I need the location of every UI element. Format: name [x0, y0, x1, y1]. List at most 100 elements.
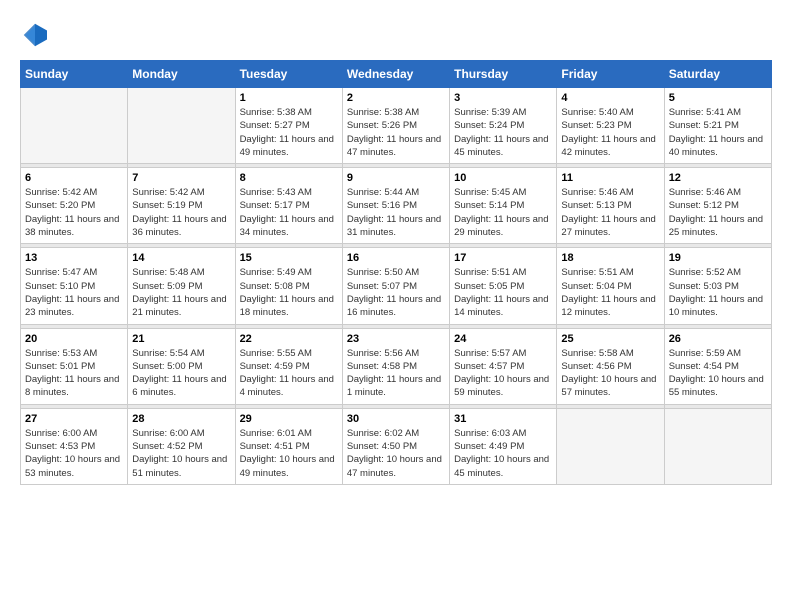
day-number: 2 [347, 92, 445, 104]
weekday-header: Saturday [664, 61, 771, 88]
calendar-cell: 24 Sunrise: 5:57 AM Sunset: 4:57 PM Dayli… [450, 328, 557, 404]
calendar-cell: 28 Sunrise: 6:00 AM Sunset: 4:52 PM Dayli… [128, 408, 235, 484]
calendar-cell: 22 Sunrise: 5:55 AM Sunset: 4:59 PM Dayli… [235, 328, 342, 404]
calendar-cell: 25Sunrise: 5:58 AM Sunset: 4:56 PM Dayli… [557, 328, 664, 404]
day-number: 19 [669, 252, 767, 264]
day-number: 9 [347, 172, 445, 184]
day-info: Sunrise: 5:47 AM Sunset: 5:10 PM Dayligh… [25, 266, 123, 319]
calendar-cell: 13 Sunrise: 5:47 AM Sunset: 5:10 PM Dayli… [21, 248, 128, 324]
day-number: 16 [347, 252, 445, 264]
calendar-cell [664, 408, 771, 484]
calendar-week-row: 27 Sunrise: 6:00 AM Sunset: 4:53 PM Dayli… [21, 408, 772, 484]
weekday-header: Friday [557, 61, 664, 88]
calendar-week-row: 13 Sunrise: 5:47 AM Sunset: 5:10 PM Dayli… [21, 248, 772, 324]
day-number: 13 [25, 252, 123, 264]
calendar-cell [128, 88, 235, 164]
calendar-cell [557, 408, 664, 484]
day-info: Sunrise: 5:46 AM Sunset: 5:13 PM Dayligh… [561, 186, 659, 239]
day-number: 27 [25, 413, 123, 425]
day-number: 3 [454, 92, 552, 104]
calendar-cell [21, 88, 128, 164]
day-info: Sunrise: 5:54 AM Sunset: 5:00 PM Dayligh… [132, 347, 230, 400]
day-number: 5 [669, 92, 767, 104]
day-number: 28 [132, 413, 230, 425]
calendar-cell: 20Sunrise: 5:53 AM Sunset: 5:01 PM Dayli… [21, 328, 128, 404]
day-number: 21 [132, 333, 230, 345]
calendar-cell: 27 Sunrise: 6:00 AM Sunset: 4:53 PM Dayli… [21, 408, 128, 484]
calendar-week-row: 20Sunrise: 5:53 AM Sunset: 5:01 PM Dayli… [21, 328, 772, 404]
weekday-header: Monday [128, 61, 235, 88]
day-info: Sunrise: 5:41 AM Sunset: 5:21 PM Dayligh… [669, 106, 767, 159]
logo-icon [20, 20, 50, 50]
day-number: 10 [454, 172, 552, 184]
day-number: 29 [240, 413, 338, 425]
calendar-cell: 8Sunrise: 5:43 AM Sunset: 5:17 PM Daylig… [235, 168, 342, 244]
day-info: Sunrise: 6:02 AM Sunset: 4:50 PM Dayligh… [347, 427, 445, 480]
page-header [20, 20, 772, 50]
day-number: 20 [25, 333, 123, 345]
day-number: 4 [561, 92, 659, 104]
day-info: Sunrise: 6:00 AM Sunset: 4:53 PM Dayligh… [25, 427, 123, 480]
calendar-cell: 12Sunrise: 5:46 AM Sunset: 5:12 PM Dayli… [664, 168, 771, 244]
day-number: 31 [454, 413, 552, 425]
day-info: Sunrise: 5:42 AM Sunset: 5:19 PM Dayligh… [132, 186, 230, 239]
day-info: Sunrise: 5:52 AM Sunset: 5:03 PM Dayligh… [669, 266, 767, 319]
calendar-cell: 5 Sunrise: 5:41 AM Sunset: 5:21 PM Daylig… [664, 88, 771, 164]
day-info: Sunrise: 5:51 AM Sunset: 5:05 PM Dayligh… [454, 266, 552, 319]
day-number: 8 [240, 172, 338, 184]
calendar-cell: 21 Sunrise: 5:54 AM Sunset: 5:00 PM Dayli… [128, 328, 235, 404]
calendar-cell: 11 Sunrise: 5:46 AM Sunset: 5:13 PM Dayli… [557, 168, 664, 244]
calendar-cell: 19 Sunrise: 5:52 AM Sunset: 5:03 PM Dayli… [664, 248, 771, 324]
day-info: Sunrise: 5:39 AM Sunset: 5:24 PM Dayligh… [454, 106, 552, 159]
day-info: Sunrise: 6:00 AM Sunset: 4:52 PM Dayligh… [132, 427, 230, 480]
calendar-week-row: 6 Sunrise: 5:42 AM Sunset: 5:20 PM Daylig… [21, 168, 772, 244]
day-number: 14 [132, 252, 230, 264]
calendar-cell: 7 Sunrise: 5:42 AM Sunset: 5:19 PM Daylig… [128, 168, 235, 244]
day-number: 1 [240, 92, 338, 104]
calendar-week-row: 1 Sunrise: 5:38 AM Sunset: 5:27 PM Daylig… [21, 88, 772, 164]
calendar-cell: 23Sunrise: 5:56 AM Sunset: 4:58 PM Dayli… [342, 328, 449, 404]
day-info: Sunrise: 5:40 AM Sunset: 5:23 PM Dayligh… [561, 106, 659, 159]
day-number: 24 [454, 333, 552, 345]
calendar-cell: 30Sunrise: 6:02 AM Sunset: 4:50 PM Dayli… [342, 408, 449, 484]
calendar-cell: 2 Sunrise: 5:38 AM Sunset: 5:26 PM Daylig… [342, 88, 449, 164]
day-info: Sunrise: 6:01 AM Sunset: 4:51 PM Dayligh… [240, 427, 338, 480]
day-number: 17 [454, 252, 552, 264]
weekday-header: Sunday [21, 61, 128, 88]
calendar-cell: 4 Sunrise: 5:40 AM Sunset: 5:23 PM Daylig… [557, 88, 664, 164]
day-info: Sunrise: 5:59 AM Sunset: 4:54 PM Dayligh… [669, 347, 767, 400]
calendar-cell: 18 Sunrise: 5:51 AM Sunset: 5:04 PM Dayli… [557, 248, 664, 324]
weekday-header: Tuesday [235, 61, 342, 88]
calendar-cell: 6 Sunrise: 5:42 AM Sunset: 5:20 PM Daylig… [21, 168, 128, 244]
calendar-cell: 16 Sunrise: 5:50 AM Sunset: 5:07 PM Dayli… [342, 248, 449, 324]
day-info: Sunrise: 5:58 AM Sunset: 4:56 PM Dayligh… [561, 347, 659, 400]
day-info: Sunrise: 5:49 AM Sunset: 5:08 PM Dayligh… [240, 266, 338, 319]
calendar-cell: 3 Sunrise: 5:39 AM Sunset: 5:24 PM Daylig… [450, 88, 557, 164]
day-info: Sunrise: 5:38 AM Sunset: 5:26 PM Dayligh… [347, 106, 445, 159]
calendar-cell: 10Sunrise: 5:45 AM Sunset: 5:14 PM Dayli… [450, 168, 557, 244]
day-number: 26 [669, 333, 767, 345]
calendar-cell: 17 Sunrise: 5:51 AM Sunset: 5:05 PM Dayli… [450, 248, 557, 324]
day-number: 23 [347, 333, 445, 345]
day-number: 22 [240, 333, 338, 345]
calendar-cell: 29 Sunrise: 6:01 AM Sunset: 4:51 PM Dayli… [235, 408, 342, 484]
calendar-header-row: SundayMondayTuesdayWednesdayThursdayFrid… [21, 61, 772, 88]
day-number: 11 [561, 172, 659, 184]
day-info: Sunrise: 5:42 AM Sunset: 5:20 PM Dayligh… [25, 186, 123, 239]
day-info: Sunrise: 5:57 AM Sunset: 4:57 PM Dayligh… [454, 347, 552, 400]
day-info: Sunrise: 5:48 AM Sunset: 5:09 PM Dayligh… [132, 266, 230, 319]
day-info: Sunrise: 5:50 AM Sunset: 5:07 PM Dayligh… [347, 266, 445, 319]
day-number: 18 [561, 252, 659, 264]
calendar-cell: 1 Sunrise: 5:38 AM Sunset: 5:27 PM Daylig… [235, 88, 342, 164]
weekday-header: Wednesday [342, 61, 449, 88]
day-info: Sunrise: 5:44 AM Sunset: 5:16 PM Dayligh… [347, 186, 445, 239]
day-info: Sunrise: 5:46 AM Sunset: 5:12 PM Dayligh… [669, 186, 767, 239]
day-info: Sunrise: 5:55 AM Sunset: 4:59 PM Dayligh… [240, 347, 338, 400]
day-number: 15 [240, 252, 338, 264]
day-info: Sunrise: 5:38 AM Sunset: 5:27 PM Dayligh… [240, 106, 338, 159]
day-number: 7 [132, 172, 230, 184]
calendar-table: SundayMondayTuesdayWednesdayThursdayFrid… [20, 60, 772, 485]
day-number: 6 [25, 172, 123, 184]
calendar-cell: 15 Sunrise: 5:49 AM Sunset: 5:08 PM Dayli… [235, 248, 342, 324]
day-info: Sunrise: 5:51 AM Sunset: 5:04 PM Dayligh… [561, 266, 659, 319]
